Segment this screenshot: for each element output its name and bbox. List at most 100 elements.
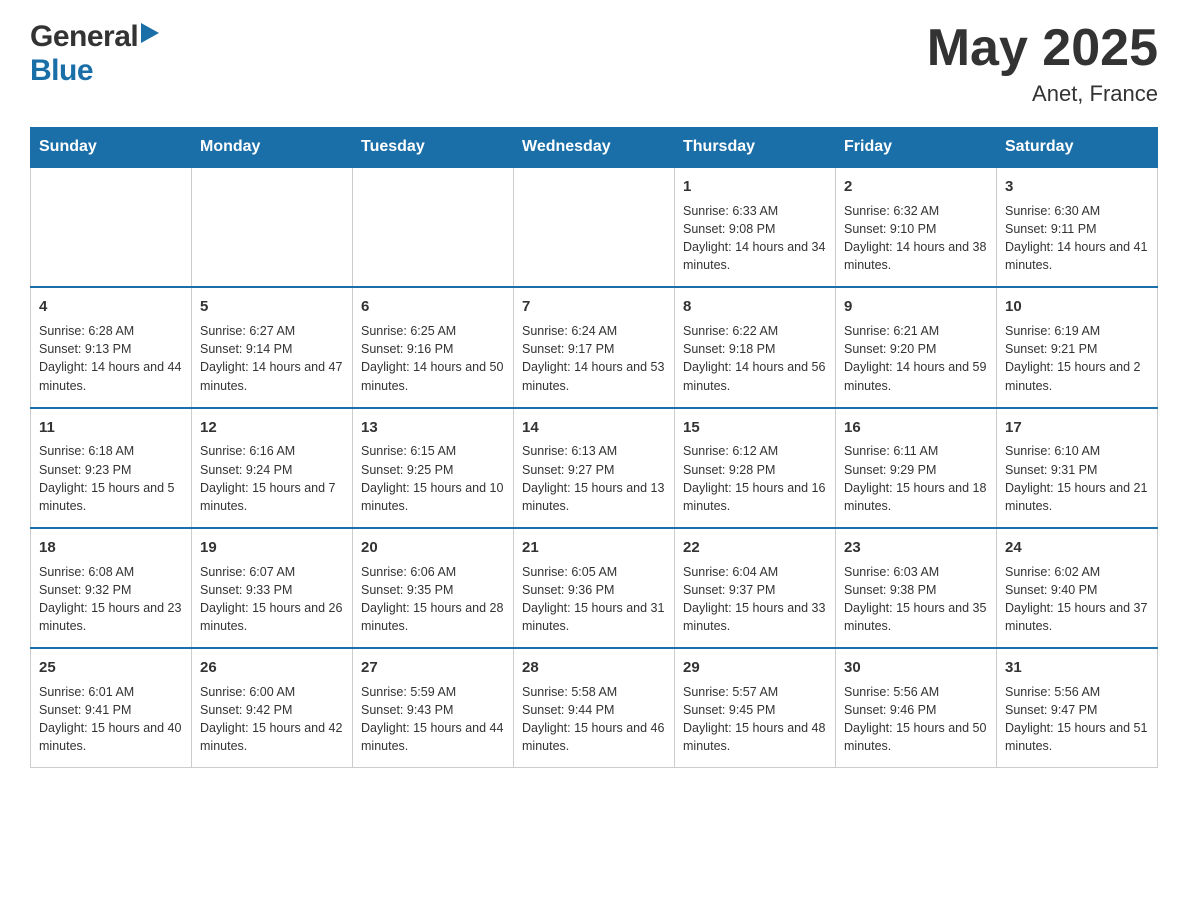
day-info: Sunrise: 6:03 AMSunset: 9:38 PMDaylight:… [844,563,988,636]
title-block: May 2025 Anet, France [927,20,1158,107]
logo: General Blue [30,20,159,88]
calendar-header-tuesday: Tuesday [353,128,514,168]
day-number: 26 [200,657,344,679]
day-info: Sunrise: 5:58 AMSunset: 9:44 PMDaylight:… [522,683,666,756]
calendar-cell: 5 Sunrise: 6:27 AMSunset: 9:14 PMDaylight… [192,287,353,407]
logo-general-text: General [30,20,138,54]
day-number: 9 [844,296,988,318]
calendar-cell: 26 Sunrise: 6:00 AMSunset: 9:42 PMDayligh… [192,648,353,768]
day-info: Sunrise: 6:28 AMSunset: 9:13 PMDaylight:… [39,322,183,395]
day-number: 13 [361,417,505,439]
day-number: 8 [683,296,827,318]
calendar-cell: 9 Sunrise: 6:21 AMSunset: 9:20 PMDaylight… [836,287,997,407]
logo-blue-word: Blue [30,54,93,87]
day-info: Sunrise: 6:04 AMSunset: 9:37 PMDaylight:… [683,563,827,636]
day-number: 17 [1005,417,1149,439]
day-info: Sunrise: 6:11 AMSunset: 9:29 PMDaylight:… [844,442,988,515]
calendar-cell [353,167,514,287]
day-info: Sunrise: 6:06 AMSunset: 9:35 PMDaylight:… [361,563,505,636]
day-info: Sunrise: 6:10 AMSunset: 9:31 PMDaylight:… [1005,442,1149,515]
month-title: May 2025 [927,20,1158,77]
day-info: Sunrise: 6:21 AMSunset: 9:20 PMDaylight:… [844,322,988,395]
day-info: Sunrise: 6:08 AMSunset: 9:32 PMDaylight:… [39,563,183,636]
day-info: Sunrise: 6:07 AMSunset: 9:33 PMDaylight:… [200,563,344,636]
calendar-table: SundayMondayTuesdayWednesdayThursdayFrid… [30,127,1158,768]
calendar-cell: 25 Sunrise: 6:01 AMSunset: 9:41 PMDayligh… [31,648,192,768]
day-info: Sunrise: 6:13 AMSunset: 9:27 PMDaylight:… [522,442,666,515]
day-info: Sunrise: 6:01 AMSunset: 9:41 PMDaylight:… [39,683,183,756]
day-number: 19 [200,537,344,559]
calendar-cell: 14 Sunrise: 6:13 AMSunset: 9:27 PMDayligh… [514,408,675,528]
day-number: 3 [1005,176,1149,198]
calendar-cell: 1Sunrise: 6:33 AMSunset: 9:08 PMDaylight… [675,167,836,287]
calendar-cell: 12Sunrise: 6:16 AMSunset: 9:24 PMDayligh… [192,408,353,528]
calendar-cell: 18 Sunrise: 6:08 AMSunset: 9:32 PMDayligh… [31,528,192,648]
day-number: 28 [522,657,666,679]
day-info: Sunrise: 6:25 AMSunset: 9:16 PMDaylight:… [361,322,505,395]
day-info: Sunrise: 6:00 AMSunset: 9:42 PMDaylight:… [200,683,344,756]
day-info: Sunrise: 5:56 AMSunset: 9:47 PMDaylight:… [1005,683,1149,756]
calendar-cell: 24Sunrise: 6:02 AMSunset: 9:40 PMDayligh… [997,528,1158,648]
calendar-cell: 16Sunrise: 6:11 AMSunset: 9:29 PMDayligh… [836,408,997,528]
day-info: Sunrise: 6:15 AMSunset: 9:25 PMDaylight:… [361,442,505,515]
calendar-cell: 13 Sunrise: 6:15 AMSunset: 9:25 PMDayligh… [353,408,514,528]
day-number: 20 [361,537,505,559]
day-number: 30 [844,657,988,679]
day-number: 15 [683,417,827,439]
day-number: 1 [683,176,827,198]
calendar-cell: 2 Sunrise: 6:32 AMSunset: 9:10 PMDaylight… [836,167,997,287]
calendar-header-thursday: Thursday [675,128,836,168]
calendar-cell: 11Sunrise: 6:18 AMSunset: 9:23 PMDayligh… [31,408,192,528]
calendar-week-row: 4Sunrise: 6:28 AMSunset: 9:13 PMDaylight… [31,287,1158,407]
day-number: 22 [683,537,827,559]
calendar-week-row: 18 Sunrise: 6:08 AMSunset: 9:32 PMDayligh… [31,528,1158,648]
day-number: 11 [39,417,183,439]
day-number: 25 [39,657,183,679]
calendar-cell: 17 Sunrise: 6:10 AMSunset: 9:31 PMDayligh… [997,408,1158,528]
calendar-cell: 19 Sunrise: 6:07 AMSunset: 9:33 PMDayligh… [192,528,353,648]
calendar-cell: 29Sunrise: 5:57 AMSunset: 9:45 PMDayligh… [675,648,836,768]
day-info: Sunrise: 6:02 AMSunset: 9:40 PMDaylight:… [1005,563,1149,636]
day-info: Sunrise: 6:27 AMSunset: 9:14 PMDaylight:… [200,322,344,395]
day-info: Sunrise: 6:24 AMSunset: 9:17 PMDaylight:… [522,322,666,395]
day-info: Sunrise: 6:22 AMSunset: 9:18 PMDaylight:… [683,322,827,395]
calendar-cell: 23Sunrise: 6:03 AMSunset: 9:38 PMDayligh… [836,528,997,648]
calendar-week-row: 1Sunrise: 6:33 AMSunset: 9:08 PMDaylight… [31,167,1158,287]
day-info: Sunrise: 5:56 AMSunset: 9:46 PMDaylight:… [844,683,988,756]
day-info: Sunrise: 6:12 AMSunset: 9:28 PMDaylight:… [683,442,827,515]
day-number: 14 [522,417,666,439]
calendar-cell [514,167,675,287]
calendar-cell: 4Sunrise: 6:28 AMSunset: 9:13 PMDaylight… [31,287,192,407]
logo-icon: General [30,20,159,54]
calendar-cell: 27Sunrise: 5:59 AMSunset: 9:43 PMDayligh… [353,648,514,768]
day-number: 21 [522,537,666,559]
calendar-cell [31,167,192,287]
day-info: Sunrise: 6:32 AMSunset: 9:10 PMDaylight:… [844,202,988,275]
day-number: 5 [200,296,344,318]
calendar-cell: 8 Sunrise: 6:22 AMSunset: 9:18 PMDaylight… [675,287,836,407]
calendar-header-monday: Monday [192,128,353,168]
day-info: Sunrise: 5:59 AMSunset: 9:43 PMDaylight:… [361,683,505,756]
day-number: 7 [522,296,666,318]
day-number: 18 [39,537,183,559]
calendar-header-sunday: Sunday [31,128,192,168]
calendar-cell: 6 Sunrise: 6:25 AMSunset: 9:16 PMDaylight… [353,287,514,407]
calendar-cell [192,167,353,287]
day-number: 31 [1005,657,1149,679]
calendar-cell: 28 Sunrise: 5:58 AMSunset: 9:44 PMDayligh… [514,648,675,768]
day-number: 6 [361,296,505,318]
day-number: 2 [844,176,988,198]
calendar-cell: 22 Sunrise: 6:04 AMSunset: 9:37 PMDayligh… [675,528,836,648]
calendar-cell: 20 Sunrise: 6:06 AMSunset: 9:35 PMDayligh… [353,528,514,648]
calendar-header-friday: Friday [836,128,997,168]
calendar-week-row: 25 Sunrise: 6:01 AMSunset: 9:41 PMDayligh… [31,648,1158,768]
calendar-header-wednesday: Wednesday [514,128,675,168]
logo-triangle-icon [141,23,159,48]
calendar-header-saturday: Saturday [997,128,1158,168]
location-text: Anet, France [927,81,1158,107]
calendar-cell: 3Sunrise: 6:30 AMSunset: 9:11 PMDaylight… [997,167,1158,287]
day-info: Sunrise: 5:57 AMSunset: 9:45 PMDaylight:… [683,683,827,756]
day-info: Sunrise: 6:05 AMSunset: 9:36 PMDaylight:… [522,563,666,636]
calendar-cell: 10Sunrise: 6:19 AMSunset: 9:21 PMDayligh… [997,287,1158,407]
page-header: General Blue May 2025 Anet, France [30,20,1158,107]
